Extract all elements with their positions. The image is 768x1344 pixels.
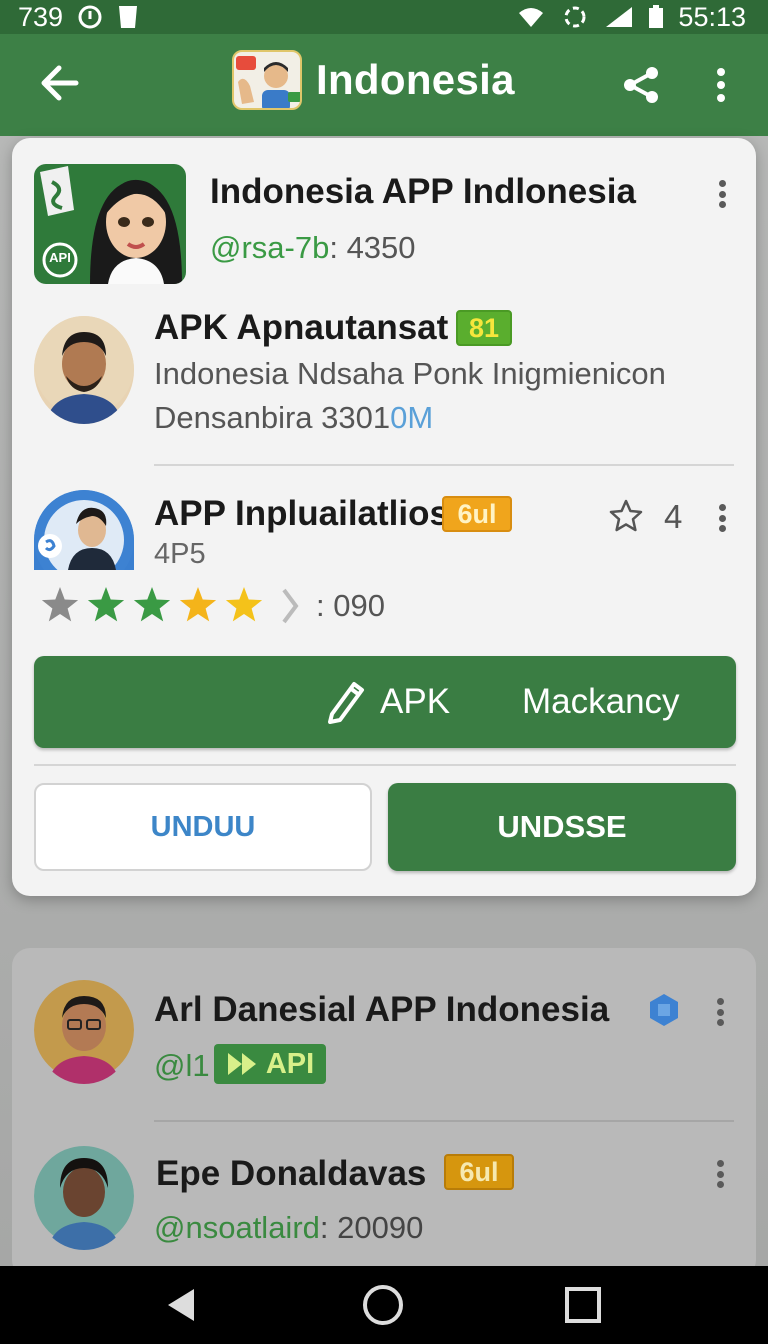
card2-item2-handle: @nsoatlaird: 20090 — [154, 1210, 423, 1246]
alarm-icon — [77, 4, 103, 30]
rating-star-icon — [179, 587, 217, 622]
triangle-back-icon — [168, 1289, 194, 1321]
wifi-icon — [516, 5, 546, 29]
back-button[interactable] — [36, 60, 82, 106]
rating-star-icon — [133, 587, 171, 622]
item1-title: APK Apnautansat — [154, 308, 449, 347]
star-outline-icon — [609, 499, 643, 532]
item1-size-prefix: Densanbira 3301 — [154, 400, 391, 435]
item2-badge: 6ul — [442, 496, 512, 532]
forward-icon — [227, 1053, 256, 1075]
divider — [34, 764, 736, 766]
pencil-icon — [328, 682, 364, 724]
status-time-left: 739 — [18, 1, 64, 32]
rating-star-icon — [41, 587, 79, 622]
apk-button[interactable]: APK Mackancy — [34, 656, 736, 748]
unduu-button[interactable]: UNDUU — [34, 783, 372, 871]
item2-more-button[interactable] — [712, 500, 732, 536]
more-options-button[interactable] — [706, 62, 736, 108]
app-bar: Indonesia — [0, 34, 768, 136]
card2-item2-badge: 6ul — [444, 1154, 514, 1190]
avatar — [34, 976, 134, 1084]
navigation-bar — [0, 1266, 768, 1344]
divider — [154, 464, 734, 466]
rating-stars — [40, 584, 300, 626]
favorite-button[interactable] — [608, 498, 644, 534]
status-left: 739 — [18, 2, 139, 33]
rating-text: : 090 — [316, 588, 385, 623]
item2-sub: 4P5 — [154, 538, 206, 570]
share-button[interactable] — [618, 62, 664, 108]
status-bar: 739 55:13 — [0, 0, 768, 34]
sync-icon — [560, 4, 590, 30]
app-title: Indonesia — [316, 56, 515, 103]
item1-desc: Indonesia Ndsaha Ponk Inigmienicon — [154, 356, 666, 391]
card2-item1-handle: @l1 — [154, 1048, 210, 1083]
nav-back-button[interactable] — [156, 1280, 206, 1330]
sd-card-icon — [117, 4, 139, 30]
avatar — [34, 490, 134, 570]
app-more-button[interactable] — [712, 176, 732, 212]
divider — [154, 1120, 734, 1122]
star-count: 4 — [664, 498, 683, 535]
apk-button-label: APK — [380, 682, 451, 721]
battery-icon — [648, 5, 664, 29]
status-time-right: 55:13 — [678, 1, 746, 32]
card2-item2-title: Epe Donaldavas — [156, 1154, 427, 1193]
card2-item1-title: Arl Danesial APP Indonesia — [154, 990, 610, 1029]
app-icon: API — [34, 164, 186, 284]
app-title-wrap: Indonesia — [232, 50, 515, 110]
rating-star-icon — [225, 587, 263, 622]
app-name: Indonesia APP Indlonesia — [210, 172, 636, 211]
app-icon-label: API — [49, 250, 71, 265]
app-handle-suffix: : 4350 — [329, 230, 416, 265]
api-badge: API — [214, 1044, 326, 1084]
more-vert-icon — [717, 68, 725, 102]
signal-icon — [604, 5, 634, 29]
app-logo — [232, 50, 302, 110]
item1-badge: 81 — [456, 310, 512, 346]
square-recents-icon — [565, 1287, 601, 1323]
api-badge-label: API — [265, 1047, 315, 1080]
item1-size-suffix: 0M — [390, 400, 434, 435]
nav-home-button[interactable] — [358, 1280, 408, 1330]
app-handle-prefix: @rsa-7b — [210, 230, 330, 265]
app-detail-card: API Indonesia APP Indlonesia @rsa-7b: 43… — [12, 138, 756, 896]
nav-recents-button[interactable] — [558, 1280, 608, 1330]
share-icon — [624, 67, 658, 103]
app-handle: @rsa-7b: 4350 — [210, 230, 416, 266]
undsse-button[interactable]: UNDSSE — [388, 783, 736, 871]
list-card: Arl Danesial APP Indonesia @l1 API Epe D… — [12, 948, 756, 1278]
avatar — [34, 316, 134, 424]
circle-home-icon — [363, 1285, 403, 1325]
card2-item2-more-button[interactable] — [710, 1156, 730, 1192]
card2-item1-more-button[interactable] — [710, 994, 730, 1030]
chevron-right-icon — [282, 588, 299, 624]
verified-icon — [648, 992, 680, 1028]
status-right: 55:13 — [516, 2, 746, 33]
item1-size: Densanbira 33010M — [154, 400, 433, 436]
back-arrow-icon — [41, 65, 79, 101]
item2-title: APP Inpluailatlios — [154, 494, 449, 533]
apk-button-label-2: Mackancy — [522, 682, 680, 721]
rating-star-icon — [87, 587, 125, 622]
card2-item2-handle-suffix: : 20090 — [319, 1210, 424, 1245]
avatar — [34, 1142, 134, 1250]
card2-item2-handle-prefix: @nsoatlaird — [154, 1210, 320, 1245]
